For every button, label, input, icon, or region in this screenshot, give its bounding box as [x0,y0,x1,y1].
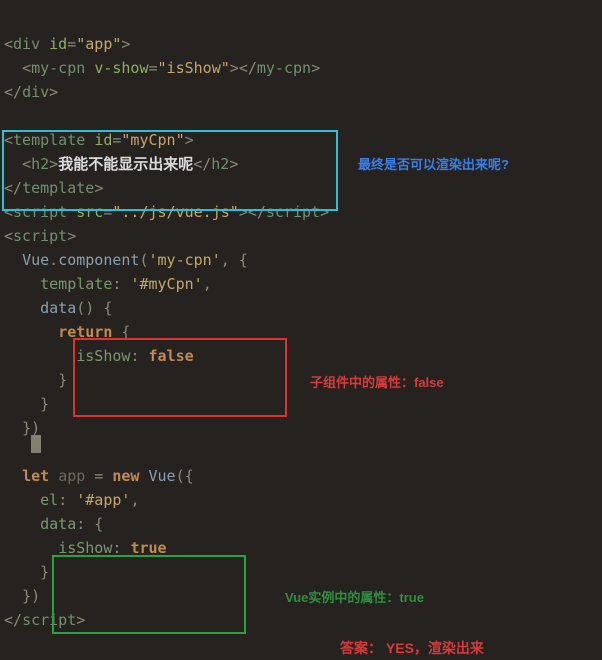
annotation-child-prop: 子组件中的属性：false [310,373,444,394]
annotation-question: 最终是否可以渲染出来呢? [358,155,509,176]
annotation-answer: 答案： YES，渲染出来 [340,637,484,659]
text-cursor [31,435,41,453]
code-block: <div id="app"> <my-cpn v-show="isShow"><… [0,0,602,640]
annotation-vue-prop: Vue实例中的属性：true [285,588,424,609]
